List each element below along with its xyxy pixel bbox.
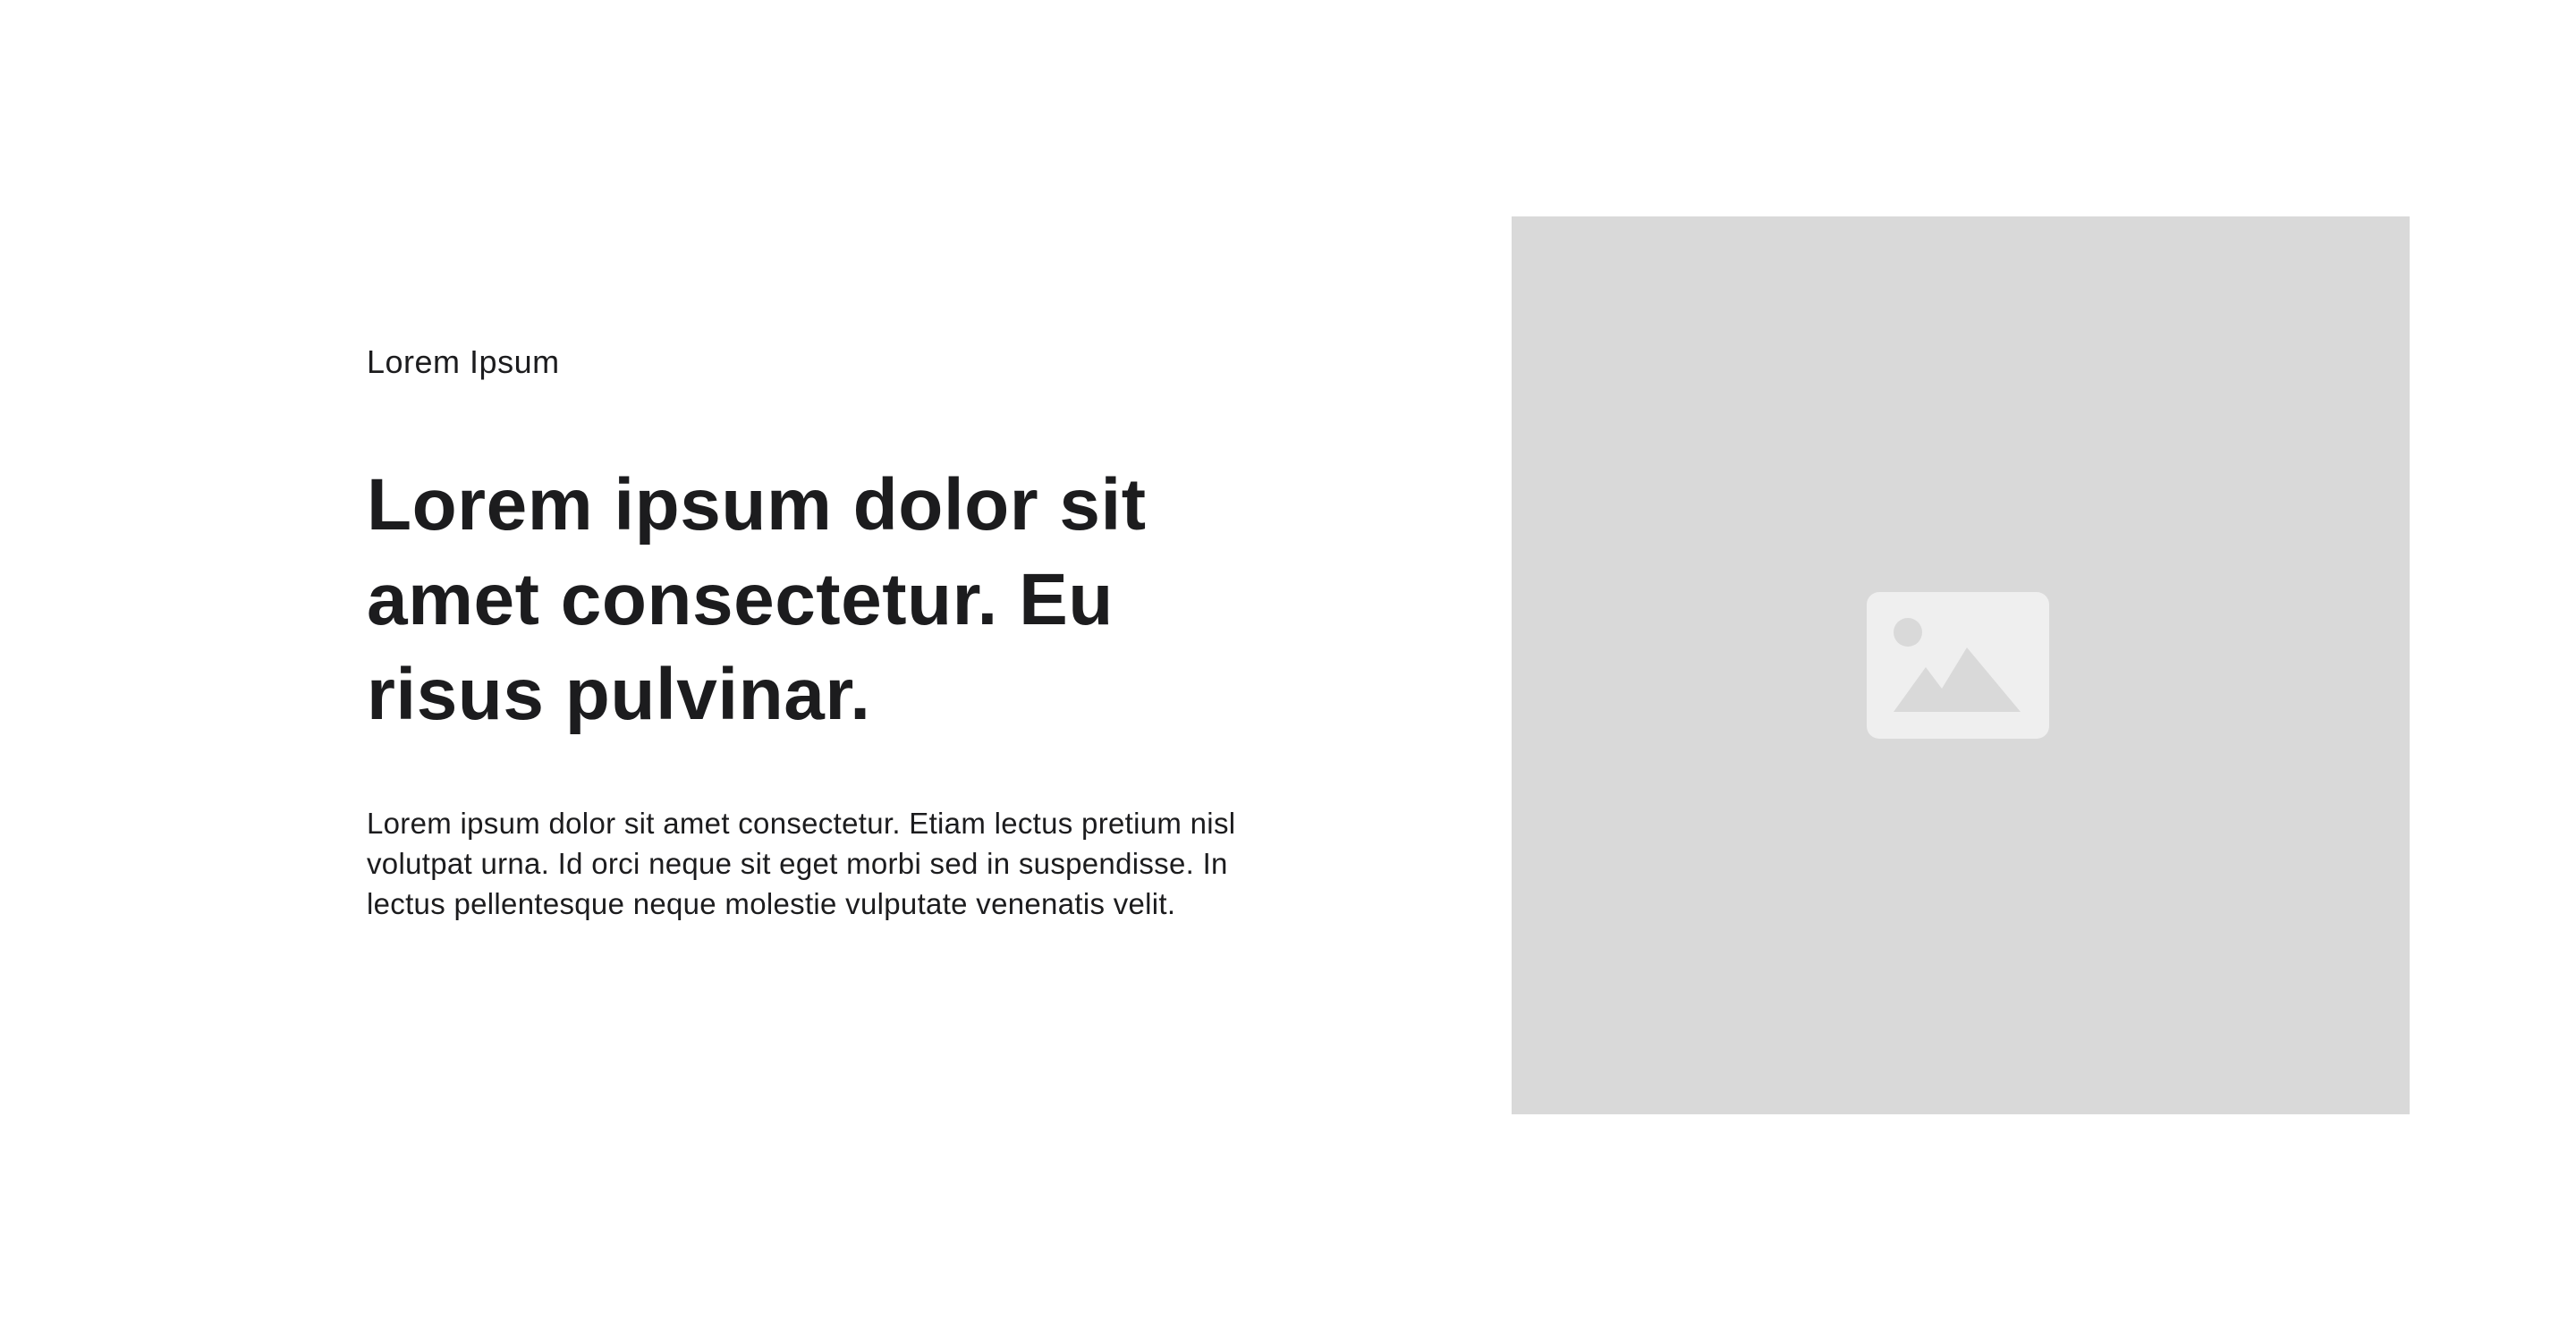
hero-image-placeholder <box>1512 216 2410 1114</box>
hero-headline: Lorem ipsum dolor sit amet consectetur. … <box>367 464 1147 735</box>
image-placeholder-icon <box>1867 592 2049 739</box>
hero-text-column: Lorem Ipsum Lorem ipsum dolor sit amet c… <box>367 340 1288 924</box>
hero-section: Lorem Ipsum Lorem ipsum dolor sit amet c… <box>0 0 2576 1320</box>
hero-eyebrow: Lorem Ipsum <box>367 343 560 380</box>
hero-body-text: Lorem ipsum dolor sit amet consectetur. … <box>367 807 1236 920</box>
